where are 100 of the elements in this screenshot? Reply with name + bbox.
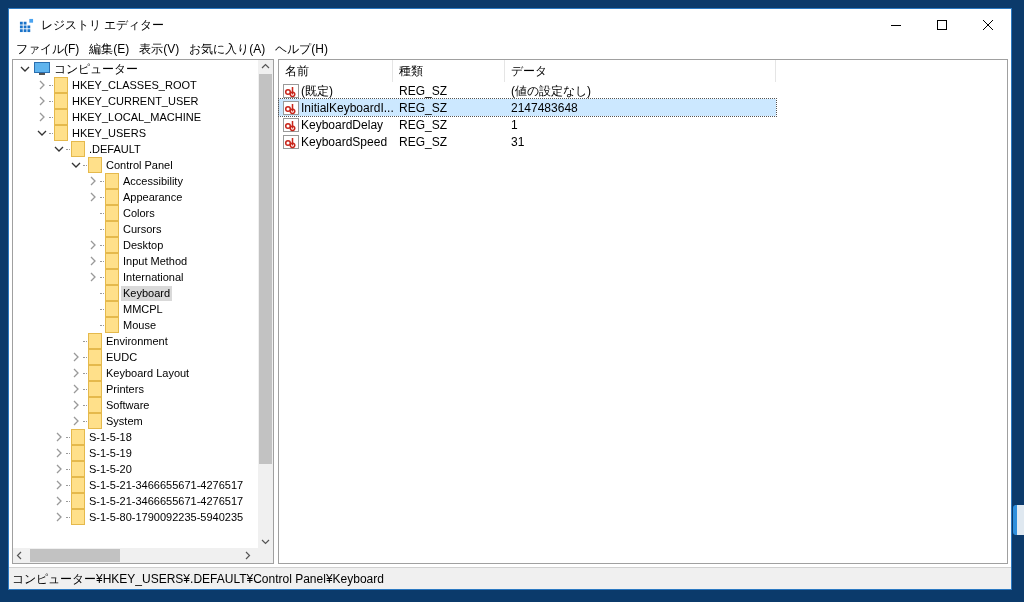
tree-item[interactable]: HKEY_USERS bbox=[70, 125, 148, 141]
expand-chevron-icon[interactable] bbox=[37, 112, 47, 122]
tree-item[interactable]: S-1-5-80-1790092235-5940235 bbox=[87, 509, 246, 525]
folder-icon bbox=[71, 141, 85, 157]
table-cell: (値の設定なし) bbox=[511, 83, 591, 98]
folder-icon bbox=[105, 269, 119, 285]
collapse-chevron-icon[interactable] bbox=[37, 128, 47, 138]
column-header[interactable]: データ bbox=[505, 60, 776, 82]
folder-icon bbox=[88, 413, 102, 429]
tree-item[interactable]: Cursors bbox=[121, 221, 164, 237]
value-row[interactable]: KeyboardSpeed REG_SZ 31 bbox=[279, 133, 776, 150]
expand-chevron-icon[interactable] bbox=[88, 192, 98, 202]
menu-item[interactable]: 表示(V) bbox=[134, 40, 185, 58]
menu-item[interactable]: ファイル(F) bbox=[11, 40, 85, 58]
tree-item[interactable]: Keyboard bbox=[121, 285, 173, 301]
tree-item[interactable]: .DEFAULT bbox=[87, 141, 143, 157]
tree-item[interactable]: Desktop bbox=[121, 237, 166, 253]
collapse-chevron-icon[interactable] bbox=[71, 160, 81, 170]
expand-chevron-icon[interactable] bbox=[37, 96, 47, 106]
tree-item[interactable]: S-1-5-21-3466655671-4276517 bbox=[87, 493, 246, 509]
expand-chevron-icon[interactable] bbox=[88, 256, 98, 266]
folder-icon bbox=[105, 317, 119, 333]
expand-chevron-icon[interactable] bbox=[71, 400, 81, 410]
folder-icon bbox=[88, 381, 102, 397]
tree-item[interactable]: Environment bbox=[104, 333, 170, 349]
tree-item[interactable]: Control Panel bbox=[104, 157, 175, 173]
tree-item[interactable]: S-1-5-20 bbox=[87, 461, 134, 477]
scroll-left-icon[interactable] bbox=[16, 551, 22, 560]
tree-item[interactable]: HKEY_LOCAL_MACHINE bbox=[70, 109, 203, 125]
tree-item[interactable]: S-1-5-21-3466655671-4276517 bbox=[87, 477, 246, 493]
expand-chevron-icon[interactable] bbox=[71, 384, 81, 394]
expand-chevron-icon[interactable] bbox=[54, 512, 64, 522]
expand-chevron-icon[interactable] bbox=[71, 416, 81, 426]
scroll-down-icon[interactable] bbox=[261, 539, 270, 545]
tree-item[interactable]: Keyboard Layout bbox=[104, 365, 192, 381]
menu-item[interactable]: 編集(E) bbox=[84, 40, 135, 58]
tree-item[interactable]: コンピューター bbox=[52, 61, 140, 77]
tree-item[interactable]: Mouse bbox=[121, 317, 159, 333]
tree-item[interactable]: Printers bbox=[104, 381, 146, 397]
folder-icon bbox=[105, 285, 119, 301]
tree-item[interactable]: S-1-5-19 bbox=[87, 445, 134, 461]
table-cell-text: InitialKeyboardI... bbox=[301, 99, 394, 117]
folder-icon bbox=[71, 477, 85, 493]
menu-item[interactable]: お気に入り(A) bbox=[184, 40, 271, 58]
scroll-up-icon[interactable] bbox=[261, 63, 270, 69]
collapse-chevron-icon[interactable] bbox=[20, 64, 30, 74]
expand-chevron-icon[interactable] bbox=[54, 480, 64, 490]
folder-icon bbox=[105, 237, 119, 253]
tree-item[interactable]: S-1-5-18 bbox=[87, 429, 134, 445]
folder-icon bbox=[105, 189, 119, 205]
window-title: レジストリ エディター bbox=[41, 17, 165, 34]
expand-chevron-icon[interactable] bbox=[54, 464, 64, 474]
expand-chevron-icon[interactable] bbox=[88, 240, 98, 250]
collapse-chevron-icon[interactable] bbox=[54, 144, 64, 154]
tree-item[interactable]: HKEY_CURRENT_USER bbox=[70, 93, 201, 109]
folder-icon bbox=[88, 333, 102, 349]
string-value-icon bbox=[283, 134, 299, 149]
menu-item[interactable]: ヘルプ(H) bbox=[270, 40, 333, 58]
folder-icon bbox=[71, 509, 85, 525]
tree-item[interactable]: System bbox=[104, 413, 145, 429]
tree-item[interactable]: Software bbox=[104, 397, 152, 413]
table-cell: REG_SZ bbox=[399, 83, 447, 98]
string-value-icon bbox=[283, 83, 299, 98]
registry-icon bbox=[19, 17, 34, 33]
folder-icon bbox=[105, 253, 119, 269]
tree-item[interactable]: HKEY_CLASSES_ROOT bbox=[70, 77, 199, 93]
column-header[interactable]: 名前 bbox=[279, 60, 393, 82]
expand-chevron-icon[interactable] bbox=[54, 448, 64, 458]
folder-icon bbox=[71, 461, 85, 477]
tree-item[interactable]: EUDC bbox=[104, 349, 140, 365]
expand-chevron-icon[interactable] bbox=[54, 432, 64, 442]
tree-item[interactable]: MMCPL bbox=[121, 301, 165, 317]
expand-chevron-icon[interactable] bbox=[54, 496, 64, 506]
tree-item[interactable]: Accessibility bbox=[121, 173, 185, 189]
folder-icon bbox=[54, 109, 68, 125]
scroll-right-icon[interactable] bbox=[245, 551, 251, 560]
folder-icon bbox=[88, 397, 102, 413]
tree-item[interactable]: Appearance bbox=[121, 189, 185, 205]
column-header[interactable]: 種類 bbox=[393, 60, 505, 82]
expand-chevron-icon[interactable] bbox=[88, 176, 98, 186]
scrollbar-thumb[interactable] bbox=[259, 74, 272, 464]
table-cell: 1 bbox=[511, 117, 518, 132]
expand-chevron-icon[interactable] bbox=[88, 272, 98, 282]
folder-icon bbox=[54, 93, 68, 109]
string-value-icon bbox=[283, 100, 299, 115]
tree-item[interactable]: Input Method bbox=[121, 253, 190, 269]
value-row[interactable]: KeyboardDelay REG_SZ 1 bbox=[279, 116, 776, 133]
expand-chevron-icon[interactable] bbox=[37, 80, 47, 90]
scrollbar-thumb[interactable] bbox=[30, 549, 120, 562]
expand-chevron-icon[interactable] bbox=[71, 368, 81, 378]
folder-icon bbox=[88, 157, 102, 173]
tree-item[interactable]: Colors bbox=[121, 205, 157, 221]
tree-item[interactable]: International bbox=[121, 269, 186, 285]
expand-chevron-icon[interactable] bbox=[71, 352, 81, 362]
value-row[interactable]: (既定) REG_SZ (値の設定なし) bbox=[279, 82, 776, 99]
vertical-scrollbar[interactable] bbox=[258, 60, 273, 548]
table-cell-text: KeyboardDelay bbox=[301, 116, 384, 134]
table-cell: REG_SZ bbox=[399, 100, 447, 115]
horizontal-scrollbar[interactable] bbox=[13, 548, 273, 563]
value-row[interactable]: InitialKeyboardI... REG_SZ 2147483648 bbox=[279, 99, 776, 116]
